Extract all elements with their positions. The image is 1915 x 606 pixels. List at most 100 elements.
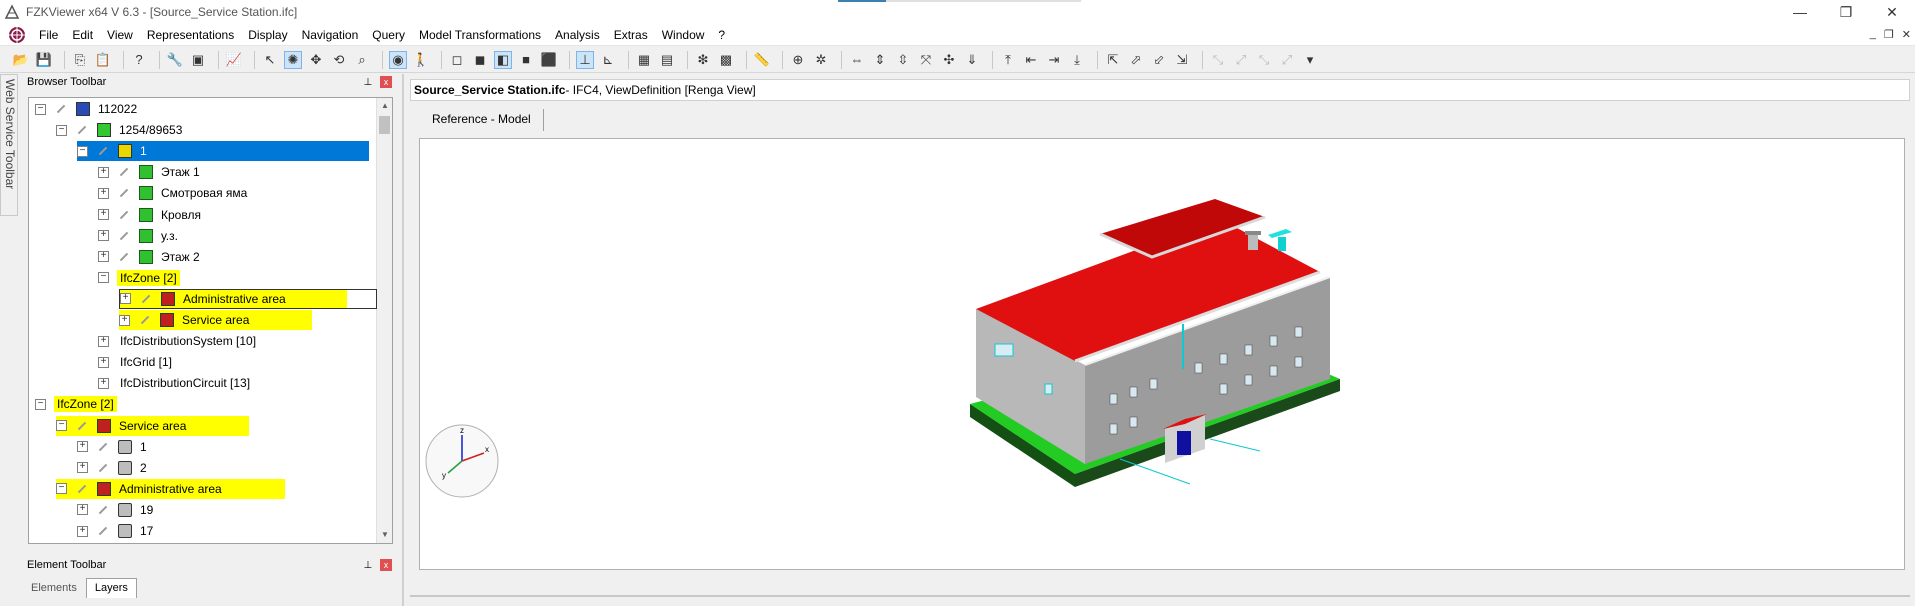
expand-icon[interactable]: + — [120, 293, 131, 305]
expand-icon[interactable]: + — [77, 504, 88, 516]
expand-icon[interactable]: + — [119, 314, 130, 326]
close-icon[interactable]: x — [380, 76, 392, 88]
tree-row[interactable]: − Administrative area — [56, 478, 285, 499]
pin-icon[interactable]: ⊥ — [362, 560, 374, 571]
tree-item-label[interactable]: Смотровая яма — [158, 185, 250, 201]
measure-icon[interactable]: 📏 — [753, 51, 771, 69]
tree-item-label[interactable]: Service area — [116, 417, 190, 434]
collapse-icon[interactable]: − — [35, 398, 46, 410]
panel-splitter[interactable] — [402, 74, 404, 606]
axis-labels-icon[interactable]: ⊾ — [599, 51, 617, 69]
sparkle-icon[interactable]: ❇ — [694, 51, 712, 69]
pin-icon[interactable]: ⊥ — [362, 77, 374, 88]
restore-button[interactable]: ❐ — [1823, 0, 1869, 24]
tree-item-label[interactable]: IfcDistributionCircuit [13] — [117, 375, 253, 391]
help-icon[interactable]: ? — [130, 51, 148, 69]
expand-ne-icon[interactable]: ⬀ — [1127, 51, 1145, 69]
expand-icon[interactable]: + — [98, 251, 109, 263]
move-down-icon[interactable]: ⇓ — [963, 51, 981, 69]
scroll-down-icon[interactable]: ▼ — [377, 527, 392, 543]
select-arrow-icon[interactable]: ↖ — [261, 51, 279, 69]
open-folder-icon[interactable]: 📂 — [12, 51, 30, 69]
menu-representations[interactable]: Representations — [140, 24, 241, 46]
expand-nw-icon[interactable]: ⇱ — [1104, 51, 1122, 69]
tree-row[interactable]: − Service area — [56, 415, 250, 436]
expand-icon[interactable]: + — [98, 187, 109, 199]
tree-row[interactable]: − 112022 — [35, 99, 140, 119]
grid-icon[interactable]: ▦ — [635, 51, 653, 69]
menu-display[interactable]: Display — [241, 24, 294, 46]
close-icon[interactable]: x — [380, 559, 392, 571]
menu-query[interactable]: Query — [365, 24, 412, 46]
chart-icon[interactable]: 📈 — [225, 51, 243, 69]
tree-item-label[interactable]: 2 — [137, 460, 150, 476]
tree-item-label[interactable]: Administrative area — [116, 480, 225, 497]
tree-row[interactable]: + IfcGrid [1] — [98, 352, 175, 372]
tree-row[interactable]: − IfcZone [2] — [35, 394, 117, 414]
paste-icon[interactable]: 📋 — [94, 51, 112, 69]
tree-item-label[interactable]: 1 — [137, 143, 150, 160]
move-xy-icon[interactable]: ⤧ — [917, 51, 935, 69]
minimize-button[interactable]: — — [1777, 0, 1823, 24]
tree-item-label[interactable]: Кровля — [158, 207, 204, 223]
tree-row[interactable]: + Service area — [119, 310, 313, 330]
tree-row[interactable]: + Administrative area — [119, 288, 377, 309]
menu-file[interactable]: File — [32, 24, 65, 46]
tree-row[interactable]: −1 — [77, 141, 369, 162]
tree-item-label[interactable]: IfcDistributionSystem [10] — [117, 333, 259, 349]
menu-analysis[interactable]: Analysis — [548, 24, 607, 46]
mdi-close-button[interactable]: ✕ — [1902, 28, 1911, 41]
tree-row[interactable]: + у.з. — [98, 226, 181, 246]
tree-row[interactable]: + Этаж 1 — [98, 162, 203, 182]
save-icon[interactable]: 💾 — [35, 51, 53, 69]
move-x-icon[interactable]: ⇔ — [848, 51, 866, 69]
tree-row[interactable]: − 1254/89653 — [56, 120, 185, 140]
collapse-4-icon[interactable]: ⤢ — [1278, 51, 1296, 69]
expand-se-icon[interactable]: ⇲ — [1173, 51, 1191, 69]
align-right-icon[interactable]: ⇥ — [1045, 51, 1063, 69]
orbit-icon[interactable]: ✺ — [284, 50, 302, 69]
tree-item-label[interactable]: у.з. — [158, 228, 181, 244]
hidden-line-cube-icon[interactable]: ◼ — [471, 51, 489, 69]
axis-gizmo[interactable]: z x y — [424, 423, 504, 503]
close-button[interactable]: ✕ — [1869, 0, 1915, 24]
fly-icon[interactable]: ◉ — [389, 50, 407, 69]
menu-view[interactable]: View — [100, 24, 140, 46]
zoom-icon[interactable]: ⌕ — [353, 51, 371, 69]
tree-row[interactable]: +19 — [77, 500, 156, 520]
menu-navigation[interactable]: Navigation — [295, 24, 366, 46]
shaded-cube-icon[interactable]: ◧ — [494, 50, 512, 69]
move-all-icon[interactable]: ✣ — [940, 51, 958, 69]
collapse-3-icon[interactable]: ⤡ — [1255, 51, 1273, 69]
collapse-2-icon[interactable]: ⤢ — [1232, 51, 1250, 69]
section-icon[interactable]: ▤ — [658, 51, 676, 69]
tools-icon[interactable]: 🔧 — [166, 51, 184, 69]
tree-row[interactable]: + Этаж 2 — [98, 247, 203, 267]
tree-row[interactable]: − IfcZone [2] — [98, 268, 180, 288]
axis-icon[interactable]: ⊥ — [576, 50, 594, 69]
tree-item-label[interactable]: 17 — [137, 523, 156, 539]
collapse-icon[interactable]: − — [77, 145, 88, 157]
expand-icon[interactable]: + — [98, 335, 109, 347]
tree-row[interactable]: +17 — [77, 521, 156, 541]
target-icon[interactable]: ⊕ — [789, 51, 807, 69]
tree-item-label[interactable]: 1254/89653 — [116, 122, 185, 138]
collapse-1-icon[interactable]: ⤡ — [1209, 51, 1227, 69]
wireframe-cube-icon[interactable]: ◻ — [448, 51, 466, 69]
tree-item-label[interactable]: Administrative area — [180, 290, 289, 307]
menu-model-transformations[interactable]: Model Transformations — [412, 24, 548, 46]
expand-icon[interactable]: + — [98, 230, 109, 242]
align-left-icon[interactable]: ⇤ — [1022, 51, 1040, 69]
tree-item-label[interactable]: 19 — [137, 502, 156, 518]
expand-icon[interactable]: + — [77, 441, 88, 453]
web-service-toolbar-tab[interactable]: Web Service Toolbar — [0, 74, 18, 216]
menu-help[interactable]: ? — [711, 24, 732, 46]
tree-row[interactable]: + IfcDistributionCircuit [13] — [98, 373, 253, 393]
collapse-icon[interactable]: − — [98, 272, 109, 284]
collapse-icon[interactable]: − — [56, 124, 67, 136]
color-palette-icon[interactable]: ▩ — [717, 51, 735, 69]
tree-item-label[interactable]: IfcZone [2] — [54, 396, 117, 413]
move-z-icon[interactable]: ⇳ — [894, 51, 912, 69]
tab-reference-model[interactable]: Reference - Model — [420, 109, 544, 131]
menu-window[interactable]: Window — [655, 24, 712, 46]
